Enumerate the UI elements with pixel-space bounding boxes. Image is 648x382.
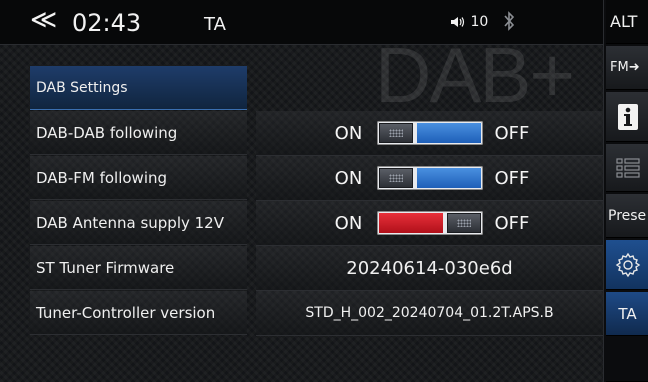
alt-button[interactable]: ALT [606, 0, 648, 44]
info-icon [617, 103, 638, 130]
speaker-icon [451, 17, 465, 27]
setting-label: DAB-DAB following [30, 111, 247, 155]
toggle-on-label: ON [334, 122, 363, 144]
setting-row-antenna: DAB Antenna supply 12V ON OFF [30, 201, 603, 246]
toggle-off-label: OFF [494, 212, 530, 234]
setting-row-firmware: ST Tuner Firmware 20240614-030e6d [30, 246, 603, 291]
toggle-knob[interactable] [378, 168, 413, 188]
list-button[interactable] [606, 144, 648, 192]
setting-label: Tuner-Controller version [30, 291, 247, 335]
setting-value: ON OFF [256, 201, 603, 246]
ta-indicator: TA [204, 14, 226, 35]
double-chevron-left-icon[interactable]: ≪ [30, 7, 57, 33]
fm-button[interactable]: FM➜ [606, 46, 648, 90]
dab-fm-following-toggle[interactable] [376, 166, 483, 190]
empty-slot [606, 338, 648, 382]
toggle-knob[interactable] [378, 123, 413, 143]
clock: 02:43 [72, 9, 142, 37]
toggle-knob[interactable] [446, 213, 481, 233]
volume-level: 10 [470, 14, 489, 30]
controller-version-value: STD_H_002_20240704_01.2T.APS.B [256, 291, 603, 336]
antenna-supply-toggle[interactable] [376, 211, 483, 235]
firmware-value: 20240614-030e6d [256, 246, 603, 291]
volume-indicator: 10 [450, 14, 488, 30]
toggle-on-label: ON [334, 167, 363, 189]
toggle-off-label: OFF [494, 167, 530, 189]
setting-label: DAB Antenna supply 12V [30, 201, 247, 245]
setting-value: ON OFF [256, 156, 603, 201]
ta-button[interactable]: TA [606, 292, 648, 336]
setting-row-controller-version: Tuner-Controller version STD_H_002_20240… [30, 291, 603, 336]
toggle-off-label: OFF [494, 122, 530, 144]
setting-label: ST Tuner Firmware [30, 246, 247, 290]
toggle-on-label: ON [334, 212, 363, 234]
settings-button[interactable] [606, 240, 648, 290]
info-button[interactable] [606, 92, 648, 142]
list-icon [615, 157, 640, 178]
setting-row-dab-dab: DAB-DAB following ON OFF [30, 111, 603, 156]
settings-header-row: DAB Settings [30, 66, 603, 110]
gear-icon [615, 252, 640, 277]
setting-value: ON OFF [256, 111, 603, 156]
right-side-panel: ALT FM➜ Prese TA [603, 0, 648, 382]
setting-label: DAB-FM following [30, 156, 247, 200]
settings-list: DAB Settings DAB-DAB following ON OFF DA… [30, 66, 603, 336]
dab-dab-following-toggle[interactable] [376, 121, 483, 145]
setting-row-dab-fm: DAB-FM following ON OFF [30, 156, 603, 201]
presets-button[interactable]: Prese [606, 194, 648, 238]
settings-header: DAB Settings [30, 66, 247, 110]
